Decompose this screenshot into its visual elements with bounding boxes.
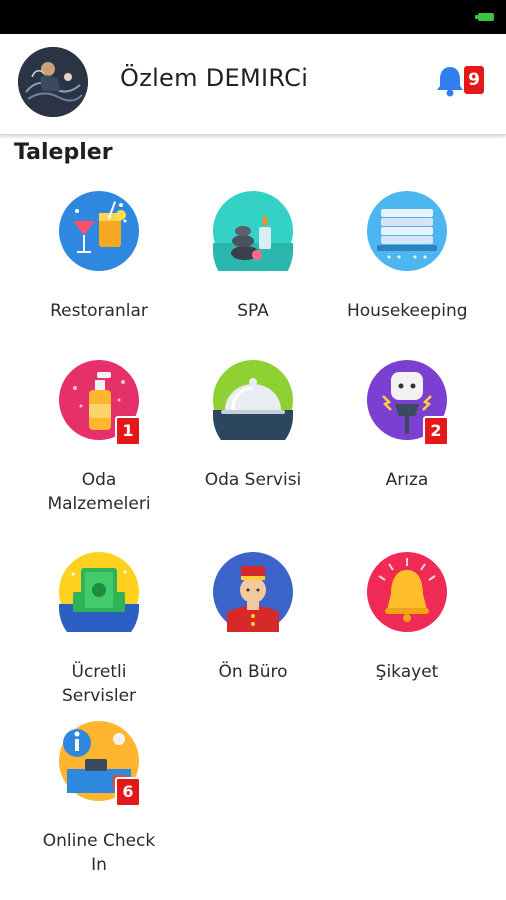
tile-label: Oda Malzemeleri	[47, 470, 151, 514]
towels-icon	[367, 191, 447, 271]
app-header: Özlem DEMIRCi 9	[0, 34, 506, 135]
tile-count-badge: 2	[423, 416, 449, 446]
tile-label: Online Check In	[42, 831, 156, 875]
tile-count-badge: 6	[115, 777, 141, 807]
tile-label: Ücretli Servisler	[61, 662, 137, 706]
tile-ucretli-servisler[interactable]: Ücretli Servisler	[15, 552, 183, 708]
money-icon	[59, 552, 139, 632]
notification-bell-icon[interactable]	[434, 64, 466, 98]
tile-oda-servisi[interactable]: Oda Servisi	[169, 360, 337, 492]
tile-restoranlar[interactable]: Restoranlar	[15, 191, 183, 323]
electric-plug-icon: 2	[367, 360, 449, 446]
tile-oda-malzemeleri[interactable]: 1 Oda Malzemeleri	[15, 360, 183, 516]
spa-stones-icon	[213, 191, 293, 271]
tile-spa[interactable]: SPA	[169, 191, 337, 323]
notification-count-badge: 9	[464, 66, 484, 94]
alarm-bell-icon	[367, 552, 447, 632]
bellboy-icon	[213, 552, 293, 632]
tile-label: Ön Büro	[218, 662, 288, 682]
tile-label: Oda Servisi	[204, 470, 302, 490]
reception-desk-icon: 6	[59, 721, 141, 807]
tile-housekeeping[interactable]: Housekeeping	[323, 191, 491, 323]
status-bar	[0, 0, 506, 34]
shampoo-bottle-icon: 1	[59, 360, 141, 446]
cloche-icon	[213, 360, 293, 440]
tile-sikayet[interactable]: Şikayet	[323, 552, 491, 684]
user-name: Özlem DEMIRCi	[120, 64, 309, 92]
tile-on-buro[interactable]: Ön Büro	[169, 552, 337, 684]
tile-label: SPA	[237, 301, 269, 321]
tile-label: Şikayet	[375, 662, 439, 682]
tile-ariza[interactable]: 2 Arıza	[323, 360, 491, 492]
avatar[interactable]	[18, 47, 88, 117]
tile-label: Housekeeping	[347, 301, 468, 321]
tile-count-badge: 1	[115, 416, 141, 446]
tile-label: Arıza	[385, 470, 429, 490]
tile-online-check-in[interactable]: 6 Online Check In	[15, 721, 183, 877]
tile-label: Restoranlar	[50, 301, 148, 321]
cocktail-icon	[59, 191, 139, 271]
section-title: Talepler	[14, 140, 113, 165]
battery-icon	[475, 13, 494, 21]
